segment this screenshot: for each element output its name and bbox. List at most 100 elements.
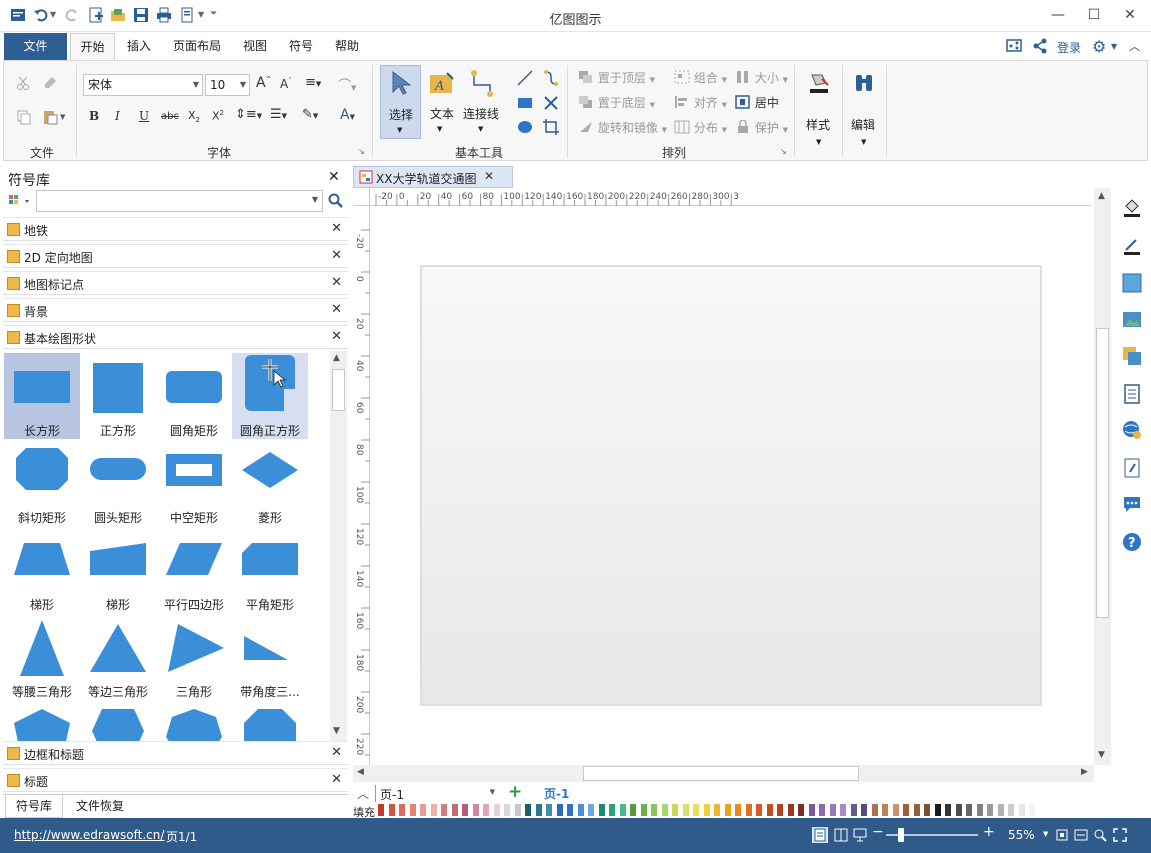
comment-icon[interactable] (1122, 494, 1142, 514)
share-screen-icon[interactable] (1006, 38, 1022, 57)
close-category-icon[interactable]: ✕ (331, 275, 342, 290)
color-swatch[interactable] (661, 804, 668, 816)
text-curve-icon[interactable]: ⌒▼ (338, 75, 356, 94)
color-swatch[interactable] (493, 804, 500, 816)
color-swatch[interactable] (819, 804, 825, 816)
strikethrough-icon[interactable]: abc (161, 111, 179, 122)
copy-icon[interactable] (16, 109, 32, 128)
page-view-icon[interactable] (833, 827, 849, 846)
color-swatch[interactable] (462, 804, 468, 816)
color-swatch[interactable] (483, 804, 489, 816)
zoom-selection-icon[interactable] (1092, 827, 1108, 846)
font-dialog-launcher-icon[interactable]: ↘ (358, 147, 365, 156)
close-category-icon[interactable]: ✕ (331, 772, 342, 787)
library-category-header[interactable]: 背景 ✕ (3, 298, 348, 322)
zoom-out-icon[interactable]: − (872, 824, 884, 840)
shape-item[interactable]: 圆角正方形 (232, 353, 308, 439)
fit-page-icon[interactable] (1054, 827, 1070, 846)
underline-icon[interactable]: U (139, 109, 149, 123)
crop-icon[interactable] (542, 118, 560, 139)
shape-item[interactable]: 三角形 (156, 614, 232, 700)
text-tool-button[interactable]: A 文本 ▼ (423, 65, 461, 139)
send-to-back-button[interactable]: 置于底层 ▼ (578, 94, 655, 112)
color-swatch[interactable] (756, 804, 762, 816)
edit-button[interactable]: 编辑 ▼ (846, 65, 882, 151)
color-swatch[interactable] (1029, 804, 1035, 816)
color-swatch[interactable] (850, 804, 857, 816)
color-swatch[interactable] (609, 804, 615, 816)
color-swatch[interactable] (903, 804, 909, 816)
document-tab[interactable]: XX大学轨道交通图 ✕ (353, 166, 513, 188)
color-swatch[interactable] (525, 804, 531, 816)
color-swatch[interactable] (766, 804, 773, 816)
collapse-ribbon-icon[interactable]: ︿ (1129, 38, 1140, 54)
website-link[interactable]: http://www.edrawsoft.cn/ (14, 828, 164, 842)
bold-icon[interactable]: B (89, 109, 99, 123)
shape-item[interactable]: 等腰三角形 (4, 614, 80, 700)
color-swatch[interactable] (651, 804, 657, 816)
color-swatch[interactable] (892, 804, 899, 816)
ellipse-tool-icon[interactable] (516, 118, 534, 139)
color-swatch[interactable] (976, 804, 983, 816)
scroll-up-icon[interactable]: ▲ (1098, 191, 1105, 201)
attachment-icon[interactable] (1122, 458, 1142, 478)
color-swatch[interactable] (567, 804, 573, 816)
scroll-up-icon[interactable]: ▲ (333, 353, 340, 363)
color-swatch[interactable] (451, 804, 458, 816)
font-color-icon[interactable]: A▼ (340, 107, 355, 123)
shrink-font-icon[interactable]: Aˇ (280, 77, 292, 91)
vertical-scroll-thumb[interactable] (1096, 328, 1109, 618)
close-category-icon[interactable]: ✕ (331, 302, 342, 317)
color-swatch[interactable] (546, 804, 552, 816)
color-swatch[interactable] (882, 804, 888, 816)
shape-item[interactable] (4, 701, 80, 741)
normal-view-icon[interactable] (812, 827, 828, 843)
paste-icon[interactable] (42, 109, 58, 128)
color-swatch[interactable] (955, 804, 962, 816)
color-swatch[interactable] (588, 804, 594, 816)
login-link[interactable]: 登录 (1057, 39, 1081, 56)
shape-item[interactable] (232, 701, 308, 741)
color-swatch[interactable] (1008, 804, 1014, 816)
shape-item[interactable]: 梯形 (80, 527, 156, 613)
color-swatch[interactable] (378, 804, 384, 816)
color-swatch[interactable] (409, 804, 416, 816)
color-swatch[interactable] (735, 804, 741, 816)
current-page-tab[interactable]: 页-1 (544, 785, 569, 802)
color-swatches[interactable] (378, 803, 1093, 818)
color-swatch[interactable] (924, 804, 930, 816)
shape-item[interactable]: 等边三角形 (80, 614, 156, 700)
color-swatch[interactable] (777, 804, 783, 816)
page-list-icon[interactable] (1122, 384, 1142, 404)
hyperlink-globe-icon[interactable] (1122, 420, 1142, 440)
shape-item[interactable]: 正方形 (80, 353, 156, 439)
bullets-icon[interactable]: ☰▼ (270, 107, 287, 122)
color-swatch[interactable] (535, 804, 542, 816)
close-document-icon[interactable]: ✕ (484, 169, 494, 183)
subscript-icon[interactable]: X2 (188, 109, 200, 124)
zoom-in-icon[interactable]: + (983, 824, 995, 840)
tab-page-layout[interactable]: 页面布局 (165, 33, 229, 60)
line-tool-icon[interactable] (516, 69, 534, 90)
size-button[interactable]: 大小 ▼ (735, 69, 788, 87)
color-swatch[interactable] (682, 804, 689, 816)
color-swatch[interactable] (441, 804, 447, 816)
font-size-select[interactable]: 10 ▼ (205, 74, 250, 96)
distribute-button[interactable]: 分布 ▼ (674, 119, 727, 137)
rotate-mirror-button[interactable]: 旋转和镜像 ▼ (578, 119, 667, 137)
arrange-dialog-launcher-icon[interactable]: ↘ (780, 147, 787, 156)
shape-item[interactable] (80, 701, 156, 741)
vertical-scrollbar[interactable]: ▲ ▼ (1094, 188, 1111, 765)
library-category-header[interactable]: 边框和标题 ✕ (3, 741, 348, 765)
close-window-icon[interactable]: ✕ (1115, 4, 1145, 26)
color-swatch[interactable] (787, 804, 794, 816)
library-category-header[interactable]: 标题 ✕ (3, 768, 348, 792)
grow-font-icon[interactable]: A^ (256, 75, 271, 91)
color-swatch[interactable] (672, 804, 678, 816)
color-swatch[interactable] (861, 804, 867, 816)
color-swatch[interactable] (966, 804, 972, 816)
library-scrollbar[interactable]: ▲ ▼ (330, 351, 347, 741)
paste-dropdown-icon[interactable]: ▼ (60, 113, 65, 121)
tab-home[interactable]: 开始 (70, 33, 115, 60)
group-button[interactable]: 组合 ▼ (674, 69, 727, 87)
